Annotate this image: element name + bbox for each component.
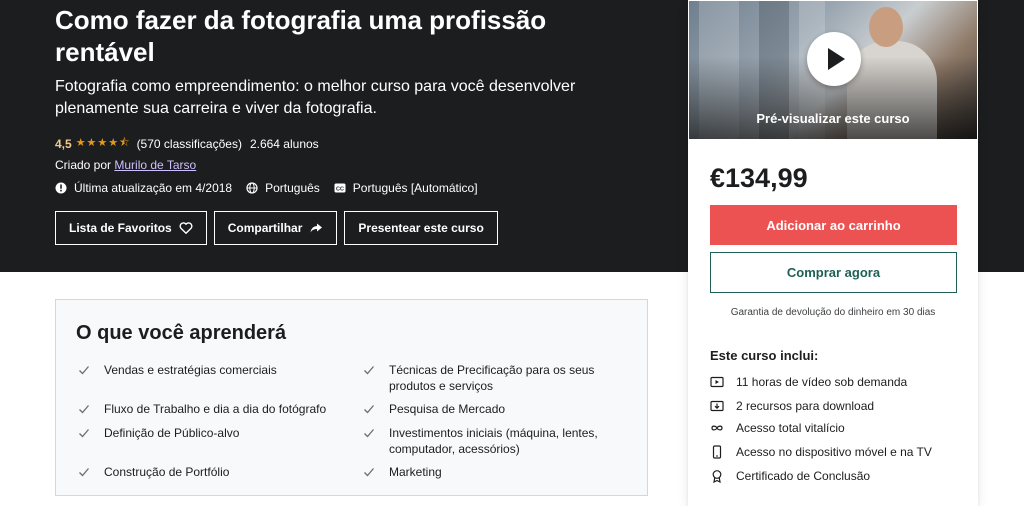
course-price: €134,99 [710, 163, 808, 193]
captions-text: Português [Automático] [352, 181, 478, 195]
learn-title: O que você aprenderá [76, 322, 287, 344]
check-icon [79, 366, 89, 375]
preview-label: Pré-visualizar este curso [756, 111, 910, 126]
check-icon [364, 468, 374, 477]
check-icon [79, 468, 89, 477]
share-button[interactable]: Compartilhar [213, 211, 338, 245]
gift-course-label: Presentear este curso [358, 221, 484, 235]
share-label: Compartilhar [227, 221, 303, 235]
globe-icon [246, 182, 258, 194]
purchase-sidebar: Pré-visualizar este curso €134,99 Adicio… [688, 0, 978, 506]
learn-item: Marketing [363, 464, 603, 480]
rating-stars-icon: ★★★★⯪ [75, 137, 131, 149]
check-icon [364, 405, 374, 414]
buy-now-button[interactable]: Comprar agora [710, 252, 957, 293]
include-item-text: Certificado de Conclusão [736, 469, 871, 483]
course-preview-video[interactable]: Pré-visualizar este curso [689, 1, 977, 139]
check-icon [79, 405, 89, 414]
include-item: Acesso no dispositivo móvel e na TV [710, 445, 932, 459]
learn-item-text: Investimentos iniciais (máquina, lentes,… [389, 426, 598, 456]
learn-item-text: Construção de Portfólio [104, 465, 230, 479]
mobile-icon [712, 445, 722, 459]
learn-item: Pesquisa de Mercado [363, 401, 603, 417]
check-icon [364, 366, 374, 375]
learn-item: Construção de Portfólio [78, 464, 338, 480]
learn-item: Técnicas de Precificação para os seus pr… [363, 362, 603, 394]
closed-captions-icon: CC [334, 183, 346, 193]
learn-item: Fluxo de Trabalho e dia a dia do fotógra… [78, 401, 338, 417]
learn-item-text: Fluxo de Trabalho e dia a dia do fotógra… [104, 402, 327, 416]
last-updated: Última atualização em 4/2018 [55, 181, 232, 195]
include-item-text: 11 horas de vídeo sob demanda [736, 375, 908, 389]
learn-item: Vendas e estratégias comerciais [78, 362, 338, 378]
creator-link[interactable]: Murilo de Tarso [114, 158, 196, 172]
download-file-icon [710, 400, 724, 412]
heart-icon [179, 222, 193, 234]
language-text: Português [265, 181, 320, 195]
include-item-text: Acesso no dispositivo móvel e na TV [736, 445, 932, 459]
rating-row: 4,5 ★★★★⯪ (570 classificações) 2.664 alu… [55, 134, 319, 153]
creator-row: Criado por Murilo de Tarso [55, 158, 196, 172]
last-updated-text: Última atualização em 4/2018 [74, 181, 233, 195]
language: Português [246, 181, 320, 195]
students-count: 2.664 alunos [249, 136, 319, 151]
learn-item-text: Pesquisa de Mercado [389, 402, 506, 416]
infinity-icon [711, 425, 723, 431]
learn-item: Definição de Público-alvo [78, 425, 338, 441]
include-item-text: Acesso total vitalício [736, 421, 845, 435]
learn-item-text: Definição de Público-alvo [104, 426, 240, 440]
alert-badge-icon [55, 182, 67, 194]
learn-item: Investimentos iniciais (máquina, lentes,… [363, 425, 603, 457]
include-item: 2 recursos para download [710, 399, 874, 413]
learn-item-text: Técnicas de Precificação para os seus pr… [389, 363, 595, 393]
include-item: Certificado de Conclusão [710, 469, 870, 483]
gift-course-button[interactable]: Presentear este curso [344, 211, 498, 245]
include-item: 11 horas de vídeo sob demanda [710, 375, 907, 389]
learn-item-text: Vendas e estratégias comerciais [104, 363, 277, 377]
certificate-icon [712, 470, 722, 483]
what-you-will-learn: O que você aprenderá Vendas e estratégia… [55, 299, 648, 496]
play-icon[interactable] [807, 32, 861, 86]
includes-title: Este curso inclui: [710, 348, 819, 363]
created-by-label: Criado por [55, 158, 112, 172]
svg-text:CC: CC [336, 187, 344, 193]
wishlist-label: Lista de Favoritos [69, 221, 172, 235]
wishlist-button[interactable]: Lista de Favoritos [55, 211, 207, 245]
add-to-cart-button[interactable]: Adicionar ao carrinho [710, 205, 957, 245]
video-icon [710, 376, 724, 388]
ratings-count-link[interactable]: (570 classificações) [137, 137, 242, 151]
course-title: Como fazer da fotografia uma profissão r… [55, 5, 547, 67]
check-icon [79, 429, 89, 438]
course-subtitle: Fotografia como empreendimento: o melhor… [55, 78, 576, 117]
course-meta: Última atualização em 4/2018 Português C… [55, 181, 492, 195]
include-item: Acesso total vitalício [710, 421, 845, 435]
captions: CC Português [Automático] [334, 181, 478, 195]
share-arrow-icon [310, 223, 323, 233]
check-icon [364, 429, 374, 438]
learn-item-text: Marketing [389, 465, 442, 479]
money-back-guarantee: Garantia de devolução do dinheiro em 30 … [730, 307, 936, 318]
include-item-text: 2 recursos para download [736, 399, 875, 413]
hero-actions: Lista de Favoritos Compartilhar Presente… [55, 211, 505, 245]
rating-value: 4,5 [55, 136, 72, 151]
